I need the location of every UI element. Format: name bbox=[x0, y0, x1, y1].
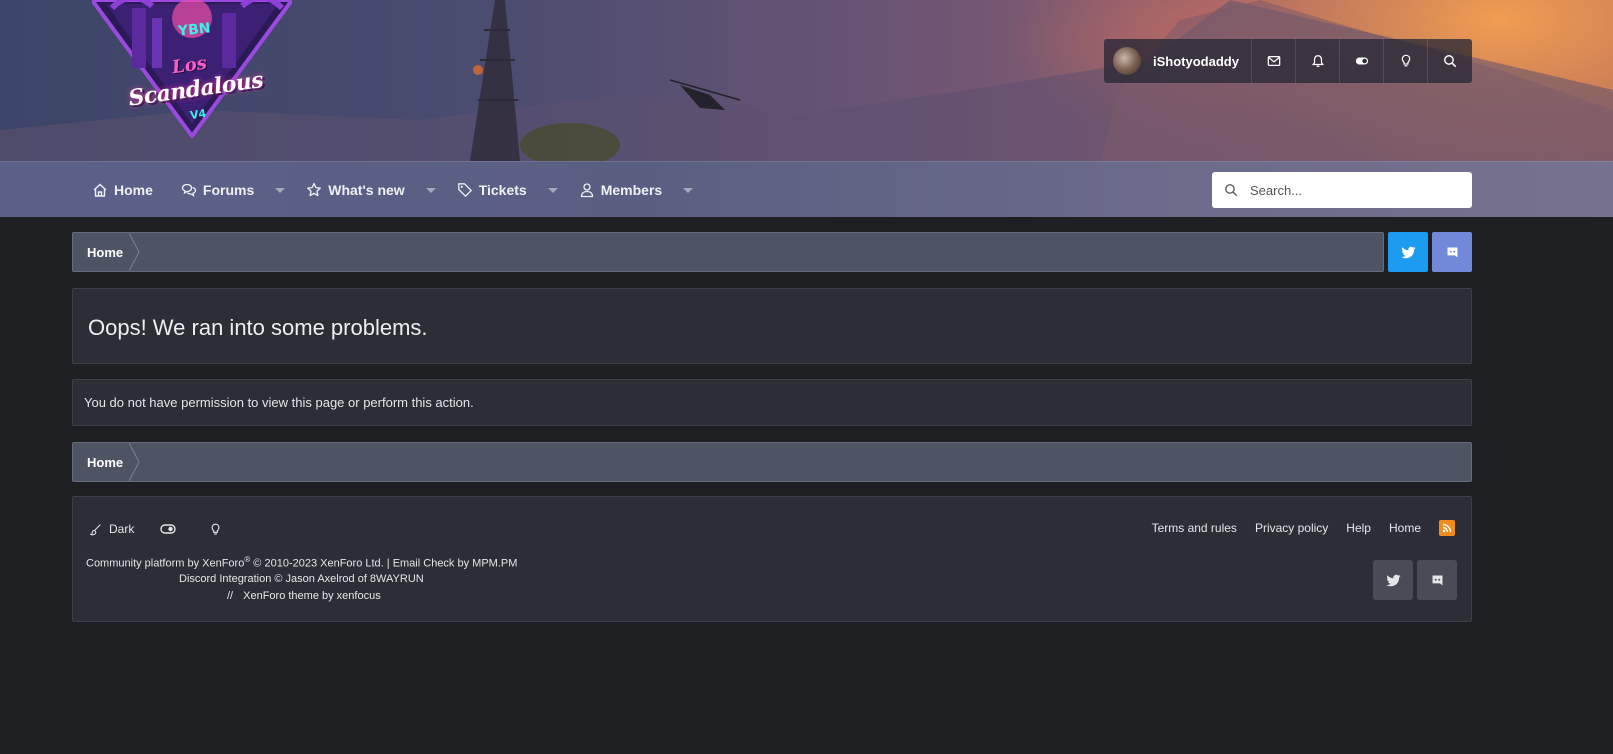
comments-icon bbox=[181, 183, 197, 197]
envelope-icon bbox=[1267, 56, 1280, 66]
copyright-line-2: Discord Integration © Jason Axelrod of 8… bbox=[179, 573, 424, 585]
chevron-down-icon bbox=[683, 187, 694, 193]
search-icon bbox=[1225, 184, 1238, 197]
terms-link[interactable]: Terms and rules bbox=[1152, 521, 1237, 535]
nav-forums-label: Forums bbox=[202, 182, 255, 198]
error-message: You do not have permission to view this … bbox=[84, 395, 474, 410]
nav-tickets-dropdown[interactable] bbox=[539, 162, 567, 218]
main-navigation: Home Forums What's new Tickets Members bbox=[0, 161, 1613, 217]
copyright-text: © 2010-2023 XenForo Ltd. | Email Check b… bbox=[250, 557, 518, 570]
twitter-icon bbox=[1385, 574, 1401, 586]
copyright-line-1: Community platform by XenForo® © 2010-20… bbox=[86, 555, 517, 570]
discord-icon bbox=[1432, 575, 1442, 585]
user-bar: iShotyodaddy bbox=[1104, 39, 1472, 83]
username: iShotyodaddy bbox=[1153, 53, 1239, 69]
nav-members-label: Members bbox=[600, 182, 663, 198]
footer-links: Terms and rules Privacy policy Help Home bbox=[1134, 520, 1455, 536]
user-icon bbox=[580, 183, 593, 198]
bell-icon bbox=[1311, 55, 1324, 68]
error-message-block: You do not have permission to view this … bbox=[72, 379, 1472, 426]
xenforo-link[interactable]: Community platform by XenForo bbox=[86, 558, 244, 570]
account-link[interactable]: iShotyodaddy bbox=[1104, 39, 1252, 83]
breadcrumb-home-link[interactable]: Home bbox=[73, 233, 137, 271]
footer-idea-link[interactable] bbox=[209, 523, 229, 536]
nav-forums-dropdown[interactable] bbox=[266, 162, 294, 218]
search-input[interactable] bbox=[1250, 182, 1450, 198]
error-title-block: Oops! We ran into some problems. bbox=[72, 288, 1472, 364]
breadcrumb-home-link[interactable]: Home bbox=[73, 443, 137, 481]
help-link[interactable]: Help bbox=[1346, 521, 1371, 535]
breadcrumb-separator bbox=[129, 233, 140, 271]
footer-discord-button[interactable] bbox=[1417, 560, 1457, 600]
nav-whats-new-dropdown[interactable] bbox=[417, 162, 445, 218]
footer-home-link[interactable]: Home bbox=[1389, 521, 1421, 535]
nav-home[interactable]: Home bbox=[80, 162, 165, 218]
logo-ybn: YBN bbox=[177, 20, 212, 40]
nav-whats-new-label: What's new bbox=[328, 182, 405, 198]
style-chooser-link[interactable]: Dark bbox=[89, 522, 134, 536]
privacy-link[interactable]: Privacy policy bbox=[1255, 521, 1328, 535]
chevron-down-icon bbox=[547, 187, 558, 193]
discord-button[interactable] bbox=[1432, 232, 1472, 272]
chevron-down-icon bbox=[275, 187, 286, 193]
conversations-button[interactable] bbox=[1252, 39, 1296, 83]
style-label: Dark bbox=[109, 522, 135, 536]
nav-home-label: Home bbox=[114, 182, 153, 198]
nav-tickets-label: Tickets bbox=[478, 182, 527, 198]
nav-forums[interactable]: Forums bbox=[169, 162, 266, 218]
star-icon bbox=[307, 182, 322, 197]
avatar bbox=[1113, 47, 1141, 75]
footer-twitter-button[interactable] bbox=[1373, 560, 1413, 600]
tag-icon bbox=[457, 183, 472, 197]
discord-icon bbox=[1447, 247, 1457, 257]
breadcrumb-top: Home bbox=[72, 232, 1384, 272]
logo-version: V4 bbox=[189, 106, 207, 123]
header-banner: YBN Los Scandalous V4 iShotyodaddy bbox=[0, 0, 1613, 161]
twitter-button[interactable] bbox=[1388, 232, 1428, 272]
nav-members-dropdown[interactable] bbox=[674, 162, 702, 218]
brush-icon bbox=[90, 523, 101, 535]
breadcrumb-separator bbox=[129, 443, 140, 481]
rss-button[interactable] bbox=[1439, 520, 1455, 536]
nav-tickets[interactable]: Tickets bbox=[445, 162, 539, 218]
rss-icon bbox=[1442, 523, 1452, 533]
toggle-icon bbox=[160, 524, 177, 534]
search-icon bbox=[1444, 55, 1457, 68]
footer-style-toggle[interactable] bbox=[160, 521, 183, 537]
theme-credit[interactable]: XenForo theme by xenfocus bbox=[243, 590, 381, 602]
toggle-icon bbox=[1355, 57, 1368, 65]
lightbulb-icon bbox=[211, 523, 220, 535]
home-icon bbox=[93, 183, 107, 197]
footer: Dark Terms and rules Privacy policy Help… bbox=[72, 496, 1472, 622]
breadcrumb-bottom: Home bbox=[72, 442, 1472, 482]
nav-members[interactable]: Members bbox=[567, 162, 674, 218]
idea-button[interactable] bbox=[1384, 39, 1428, 83]
search-field[interactable] bbox=[1212, 172, 1472, 208]
copyright-line-3: // XenForo theme by xenfocus bbox=[227, 590, 381, 602]
lightbulb-icon bbox=[1401, 54, 1410, 67]
style-toggle-button[interactable] bbox=[1340, 39, 1384, 83]
search-button[interactable] bbox=[1428, 39, 1472, 83]
alerts-button[interactable] bbox=[1296, 39, 1340, 83]
chevron-down-icon bbox=[425, 187, 436, 193]
theme-separator: // bbox=[227, 590, 234, 602]
twitter-icon bbox=[1400, 246, 1416, 258]
nav-whats-new[interactable]: What's new bbox=[294, 162, 416, 218]
page-title: Oops! We ran into some problems. bbox=[88, 315, 428, 340]
